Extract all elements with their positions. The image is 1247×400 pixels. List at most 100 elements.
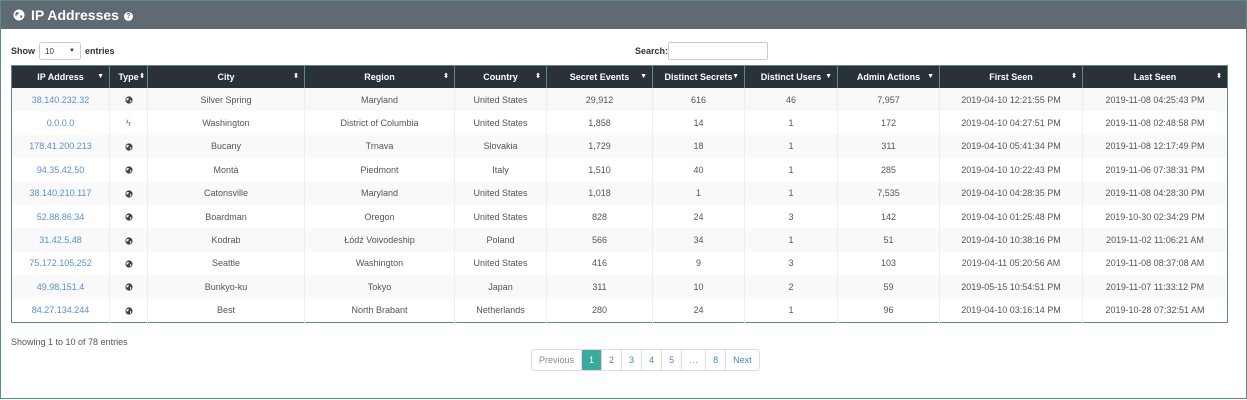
last-seen-cell: 2019-10-28 07:32:51 AM: [1082, 298, 1228, 323]
globe-icon: [124, 96, 133, 104]
region-cell: District of Columbia: [304, 111, 455, 135]
table-row: 31.42.5.48 Kodrab Łódź Voivodeship Polan…: [11, 228, 1228, 252]
ip-link[interactable]: 31.42.5.48: [39, 235, 82, 245]
page-8-button[interactable]: 8: [706, 350, 727, 370]
ip-addresses-panel: IP Addresses ? Show 10 ▼ entries Search:…: [0, 0, 1247, 399]
col-ip-address[interactable]: IP Address ▼: [11, 65, 110, 88]
ip-cell[interactable]: 0.0.0.0: [11, 111, 110, 135]
distinct-users-cell: 1: [744, 298, 838, 323]
ip-link[interactable]: 38.140.232.32: [32, 95, 90, 105]
country-cell: Italy: [454, 158, 547, 182]
col-admin-actions[interactable]: Admin Actions ▼: [837, 65, 940, 88]
region-cell: Washington: [304, 251, 455, 276]
distinct-users-cell: 1: [744, 134, 838, 159]
ip-link[interactable]: 0.0.0.0: [47, 118, 75, 128]
ip-link[interactable]: 52.88.86.34: [37, 212, 85, 222]
region-cell: Oregon: [304, 204, 455, 229]
country-cell: United States: [454, 88, 547, 112]
distinct-users-cell: 2: [744, 275, 838, 299]
distinct-users-cell: 1: [744, 158, 838, 182]
col-distinct-users[interactable]: Distinct Users ▼: [744, 65, 838, 88]
table-row: 84.27.134.244 Best North Brabant Netherl…: [11, 298, 1228, 323]
search-input[interactable]: [668, 42, 769, 60]
panel-header: IP Addresses ?: [1, 1, 1246, 29]
col-region[interactable]: Region ⬍: [304, 65, 455, 88]
col-first-seen[interactable]: First Seen ⬍: [939, 65, 1083, 88]
secret-events-cell: 566: [546, 228, 653, 252]
page-2-button[interactable]: 2: [602, 350, 623, 370]
page-length-select[interactable]: 10 ▼: [39, 42, 81, 60]
distinct-secrets-cell: 14: [652, 111, 745, 135]
page-4-button[interactable]: 4: [642, 350, 663, 370]
sort-icon: ⬍: [1216, 73, 1222, 80]
type-cell: [109, 134, 148, 159]
globe-icon: [124, 283, 133, 292]
secret-events-cell: 1,510: [546, 158, 653, 182]
table-info: Showing 1 to 10 of 78 entries: [11, 337, 128, 347]
col-type[interactable]: Type ⬍: [109, 65, 148, 88]
type-cell: [109, 181, 148, 205]
ip-table: IP Address ▼ Type ⬍ City ⬍ Region ⬍ Country ⬍…: [11, 65, 1228, 323]
distinct-users-cell: 1: [744, 228, 838, 252]
distinct-secrets-cell: 24: [652, 298, 745, 323]
ip-link[interactable]: 49.98.151.4: [37, 282, 85, 292]
region-cell: Maryland: [304, 181, 455, 205]
page-5-button[interactable]: 5: [662, 350, 683, 370]
distinct-secrets-cell: 24: [652, 204, 745, 229]
pagination: Previous 1 2 3 4 5 … 8 Next: [531, 349, 760, 371]
entries-label: entries: [85, 46, 115, 56]
last-seen-cell: 2019-11-02 11:06:21 AM: [1082, 228, 1228, 252]
ip-cell[interactable]: 94.35.42.50: [11, 158, 110, 182]
page-3-button[interactable]: 3: [622, 350, 643, 370]
col-city[interactable]: City ⬍: [147, 65, 305, 88]
column-header-label: Secret Events: [569, 72, 630, 82]
city-cell: Catonsville: [147, 181, 305, 205]
ip-cell[interactable]: 38.140.210.117: [11, 181, 110, 205]
help-icon[interactable]: ?: [123, 11, 133, 21]
admin-actions-cell: 96: [837, 298, 940, 323]
ip-cell[interactable]: 178.41.200.213: [11, 134, 110, 159]
column-header-label: Type: [118, 72, 139, 82]
city-cell: Montà: [147, 158, 305, 182]
col-secret-events[interactable]: Secret Events ▼: [546, 65, 653, 88]
column-header-label: Distinct Users: [760, 72, 822, 82]
country-cell: Slovakia: [454, 134, 547, 159]
col-country[interactable]: Country ⬍: [454, 65, 547, 88]
country-cell: Poland: [454, 228, 547, 252]
type-cell: [109, 228, 148, 252]
ip-cell[interactable]: 84.27.134.244: [11, 298, 110, 323]
distinct-users-cell: 1: [744, 181, 838, 205]
ip-cell[interactable]: 38.140.232.32: [11, 88, 110, 112]
city-cell: Boardman: [147, 204, 305, 229]
ip-cell[interactable]: 49.98.151.4: [11, 275, 110, 299]
ip-cell[interactable]: 31.42.5.48: [11, 228, 110, 252]
ip-cell[interactable]: 75.172.105.252: [11, 251, 110, 276]
distinct-secrets-cell: 9: [652, 251, 745, 276]
col-last-seen[interactable]: Last Seen ⬍: [1082, 65, 1228, 88]
admin-actions-cell: 7,535: [837, 181, 940, 205]
ip-cell[interactable]: 52.88.86.34: [11, 204, 110, 229]
ip-link[interactable]: 38.140.210.117: [30, 188, 92, 198]
page-title: IP Addresses: [31, 7, 119, 23]
type-cell: [109, 204, 148, 229]
country-cell: Japan: [454, 275, 547, 299]
city-cell: Kodrab: [147, 228, 305, 252]
sort-icon: ⬍: [535, 73, 541, 80]
secret-events-cell: 828: [546, 204, 653, 229]
type-cell: [109, 251, 148, 276]
admin-actions-cell: 311: [837, 134, 940, 159]
first-seen-cell: 2019-05-15 10:54:51 PM: [939, 275, 1083, 299]
secret-events-cell: 1,018: [546, 181, 653, 205]
chevron-down-icon: ▼: [69, 48, 75, 54]
previous-button[interactable]: Previous: [532, 350, 583, 370]
ip-link[interactable]: 84.27.134.244: [32, 305, 90, 315]
next-button[interactable]: Next: [726, 350, 759, 370]
city-cell: Seattle: [147, 251, 305, 276]
ip-link[interactable]: 178.41.200.213: [29, 141, 92, 151]
ip-link[interactable]: 75.172.105.252: [29, 258, 92, 268]
table-row: 94.35.42.50 Montà Piedmont Italy 1,510 4…: [11, 158, 1228, 182]
ip-link[interactable]: 94.35.42.50: [37, 165, 85, 175]
col-distinct-secrets[interactable]: Distinct Secrets ▼: [652, 65, 745, 88]
page-1-button[interactable]: 1: [582, 350, 603, 370]
page-length-value: 10: [45, 46, 54, 56]
